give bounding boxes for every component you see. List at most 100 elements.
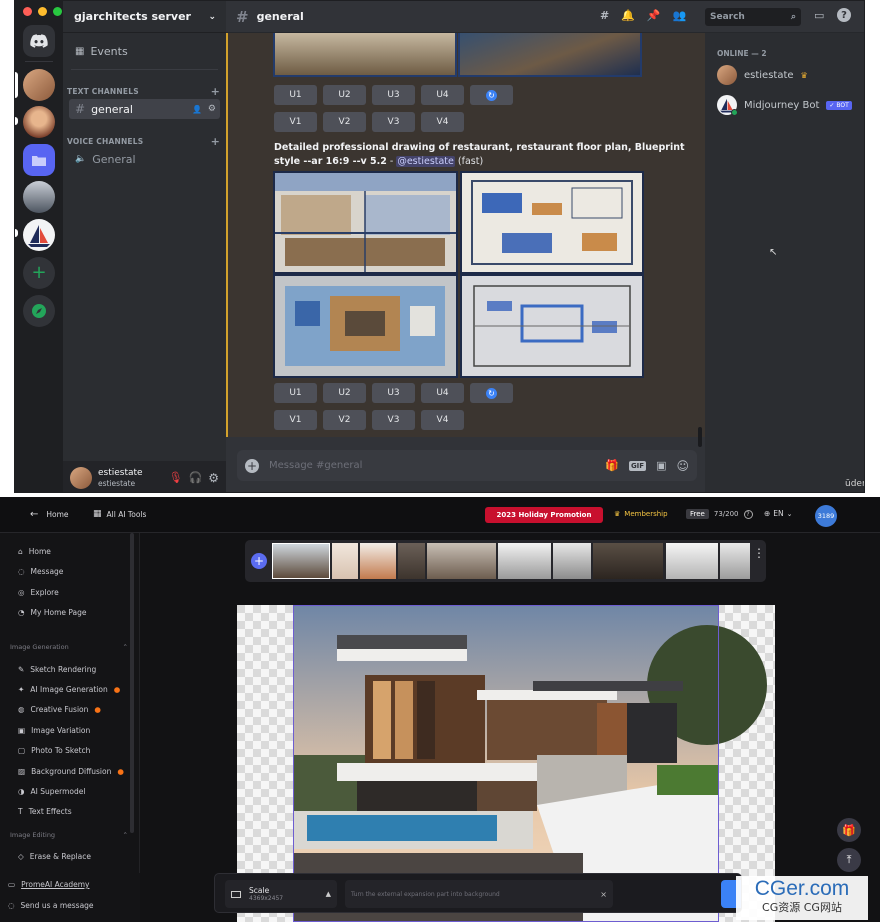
help-icon[interactable]: ? (837, 8, 851, 22)
discord-home-button[interactable] (23, 25, 55, 57)
v1-button[interactable]: V1 (274, 410, 317, 430)
history-thumb-10[interactable] (720, 543, 750, 579)
history-thumb-3[interactable] (360, 543, 396, 579)
member-midjourney-bot[interactable]: Midjourney Bot ✓ BOT (717, 95, 852, 116)
history-thumb-5[interactable] (427, 543, 496, 579)
history-thumb-4[interactable] (398, 543, 425, 579)
channel-general[interactable]: # general 👤 ⚙ (69, 99, 220, 119)
history-thumb-8[interactable] (593, 543, 663, 579)
v2-button[interactable]: V2 (323, 112, 366, 132)
history-thumb-7[interactable] (553, 543, 591, 579)
u1-button[interactable]: U1 (274, 85, 317, 105)
member-estiestate[interactable]: estiestate ♛ (717, 65, 808, 85)
members-icon[interactable]: 👥 (673, 9, 687, 22)
tool-background-diffusion[interactable]: ▨ Background Diffusion ● (18, 767, 124, 776)
bell-icon[interactable]: 🔔 (621, 9, 635, 22)
u4-button[interactable]: U4 (421, 85, 464, 105)
server-avatar-3[interactable] (23, 181, 55, 213)
message-input[interactable]: + Message #general 🎁 GIF ▣ ☺ (237, 450, 697, 481)
avatar[interactable] (70, 466, 92, 489)
image-editing-section[interactable]: Image Editing ⌃ (10, 831, 128, 839)
v2-button[interactable]: V2 (323, 410, 366, 430)
u3-button[interactable]: U3 (372, 85, 415, 105)
user-avatar[interactable]: 3189 (815, 505, 837, 527)
scroll-top-button[interactable]: ⤒ (837, 848, 861, 872)
add-server-button[interactable]: + (23, 257, 55, 289)
text-channels-category[interactable]: TEXT CHANNELS + (67, 85, 220, 98)
add-voice-channel-icon[interactable]: + (211, 135, 220, 148)
v4-button[interactable]: V4 (421, 112, 464, 132)
scale-select[interactable]: Scale 4369x2457 ▲ (225, 880, 337, 908)
server-avatar-4[interactable] (23, 219, 55, 251)
gift-icon[interactable]: 🎁 (605, 459, 619, 472)
pin-icon[interactable]: 📌 (647, 9, 661, 22)
maximize-window-button[interactable] (53, 7, 62, 16)
settings-gear-icon[interactable]: ⚙ (208, 471, 219, 485)
membership-link[interactable]: ♛ Membership (614, 510, 668, 518)
gift-button[interactable]: 🎁 (837, 818, 861, 842)
grid2-image-4[interactable] (460, 274, 644, 378)
sticker-icon[interactable]: ▣ (656, 459, 666, 472)
clear-icon[interactable]: × (600, 890, 607, 899)
server-gjarchitects[interactable] (23, 69, 55, 101)
history-thumb-2[interactable] (332, 543, 358, 579)
reroll-button[interactable]: ↻ (470, 85, 513, 105)
home-link[interactable]: ← Home (30, 509, 69, 520)
u3-button[interactable]: U3 (372, 383, 415, 403)
close-window-button[interactable] (23, 7, 32, 16)
chat-scrollbar[interactable] (698, 427, 702, 447)
tool-photo-to-sketch[interactable]: ▢ Photo To Sketch (18, 746, 90, 755)
gif-button[interactable]: GIF (628, 460, 647, 471)
v3-button[interactable]: V3 (372, 112, 415, 132)
history-thumb-9[interactable] (666, 543, 718, 579)
v4-button[interactable]: V4 (421, 410, 464, 430)
holiday-promo-banner[interactable]: 2023 Holiday Promotion (485, 507, 603, 523)
history-thumb-1[interactable] (272, 543, 330, 579)
all-tools-link[interactable]: ▦ All AI Tools (93, 509, 146, 519)
reroll-button[interactable]: ↻ (470, 383, 513, 403)
add-channel-icon[interactable]: + (211, 85, 220, 98)
nav-explore[interactable]: ◎ Explore (18, 588, 59, 597)
gear-icon[interactable]: ⚙ (208, 104, 216, 114)
language-select[interactable]: ⊕ EN ⌄ (764, 509, 793, 518)
mute-mic-icon[interactable]: 🎙 (169, 471, 183, 484)
academy-link[interactable]: ▭ PromeAI Academy (8, 880, 89, 889)
tool-erase-replace[interactable]: ◇ Erase & Replace (18, 852, 91, 861)
tool-sketch-rendering[interactable]: ✎ Sketch Rendering (18, 665, 96, 674)
grid2-image-2[interactable] (460, 171, 644, 274)
nav-my-home-page[interactable]: ◔ My Home Page (18, 608, 87, 617)
tool-image-variation[interactable]: ▣ Image Variation (18, 726, 90, 735)
help-circle-icon[interactable]: ? (743, 509, 753, 519)
nav-home[interactable]: ⌂ Home (18, 547, 51, 556)
threads-icon[interactable]: # (600, 9, 609, 22)
grid2-image-3[interactable] (273, 274, 458, 378)
minimize-window-button[interactable] (38, 7, 47, 16)
image-generation-section[interactable]: Image Generation ⌃ (10, 643, 128, 651)
v3-button[interactable]: V3 (372, 410, 415, 430)
add-image-button[interactable]: + (251, 553, 267, 569)
inbox-icon[interactable]: ▭ (814, 9, 824, 22)
u2-button[interactable]: U2 (323, 85, 366, 105)
history-thumb-6[interactable] (498, 543, 551, 579)
tool-creative-fusion[interactable]: ◍ Creative Fusion ● (18, 705, 101, 714)
grid2-image-1[interactable] (273, 171, 458, 274)
grid1-image-3[interactable] (273, 33, 457, 77)
headphones-icon[interactable]: 🎧 (189, 471, 203, 484)
tool-text-effects[interactable]: T Text Effects (18, 807, 72, 816)
tool-ai-supermodel[interactable]: ◑ AI Supermodel (18, 787, 85, 796)
u2-button[interactable]: U2 (323, 383, 366, 403)
server-avatar-2[interactable] (23, 106, 55, 138)
user-mention[interactable]: @estiestate (396, 156, 455, 167)
nav-message[interactable]: ◌ Message (18, 567, 63, 576)
tool-ai-image-generation[interactable]: ✦ AI Image Generation ● (18, 685, 120, 694)
more-icon[interactable]: ⋮ (753, 547, 765, 559)
u1-button[interactable]: U1 (274, 383, 317, 403)
add-attachment-icon[interactable]: + (245, 458, 259, 473)
invite-icon[interactable]: 👤 (192, 105, 202, 114)
v1-button[interactable]: V1 (274, 112, 317, 132)
expansion-prompt-input[interactable]: Turn the external expansion part into ba… (345, 880, 613, 908)
sidebar-scrollbar[interactable] (130, 533, 134, 833)
voice-channel-general[interactable]: 🔈 General (69, 149, 220, 169)
u4-button[interactable]: U4 (421, 383, 464, 403)
voice-channels-category[interactable]: VOICE CHANNELS + (67, 135, 220, 148)
